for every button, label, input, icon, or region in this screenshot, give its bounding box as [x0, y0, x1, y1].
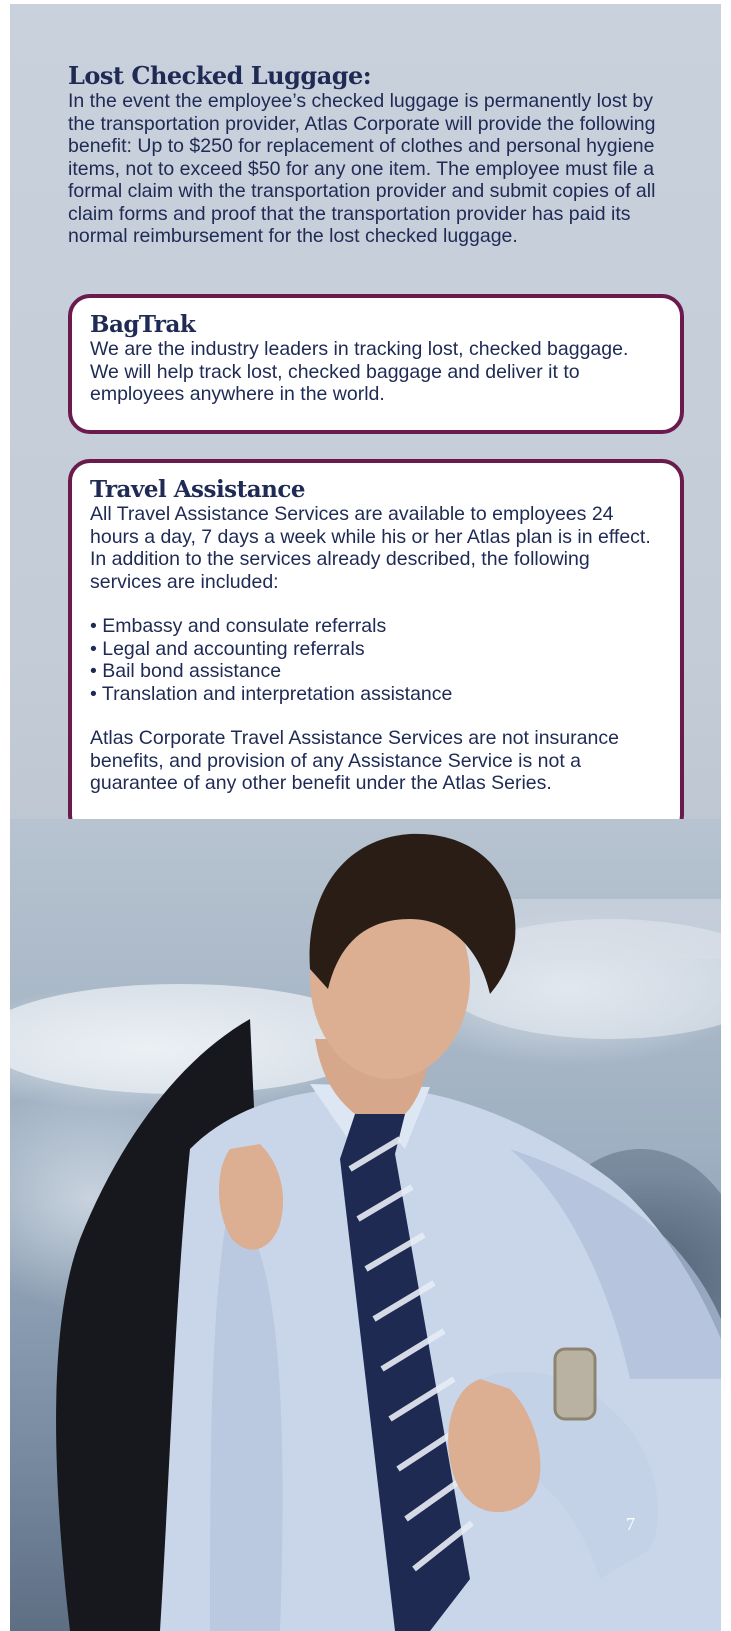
travel-assistance-disclaimer: Atlas Corporate Travel Assistance Servic…	[90, 727, 619, 794]
list-item: • Legal and accounting referrals	[90, 637, 365, 660]
brochure-page: Lost Checked Luggage: In the event the e…	[10, 4, 721, 1631]
lost-luggage-body: In the event the employee’s checked lugg…	[68, 90, 656, 247]
list-item: • Embassy and consulate referrals	[90, 615, 387, 637]
bagtrak-title: BagTrak	[90, 311, 196, 338]
services-list: • Embassy and consulate referrals • Lega…	[90, 615, 662, 705]
lost-luggage-section: Lost Checked Luggage: In the event the e…	[68, 62, 668, 248]
businessman-illustration	[10, 833, 721, 1631]
bagtrak-body: We are the industry leaders in tracking …	[90, 338, 629, 405]
page-number: 7	[626, 1514, 635, 1534]
list-item: • Bail bond assistance	[90, 660, 282, 682]
businessman-photo	[10, 819, 721, 1631]
bagtrak-box: BagTrak We are the industry leaders in t…	[68, 294, 684, 434]
travel-assistance-intro: All Travel Assistance Services are avail…	[90, 503, 651, 593]
travel-assistance-box: Travel Assistance All Travel Assistance …	[68, 459, 684, 837]
list-item: • Translation and interpretation assista…	[90, 682, 453, 705]
travel-assistance-title: Travel Assistance	[90, 476, 306, 503]
lost-luggage-title: Lost Checked Luggage:	[68, 61, 372, 90]
